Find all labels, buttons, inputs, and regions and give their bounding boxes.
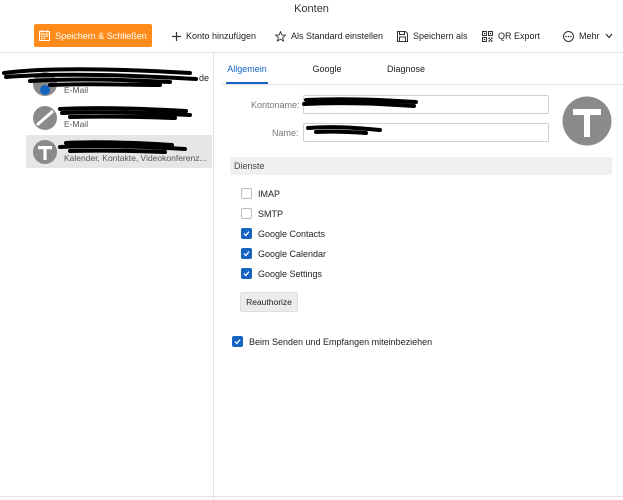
save-icon (397, 30, 408, 42)
qr-export-label: QR Export (498, 31, 541, 41)
include-send-receive-checkbox[interactable]: Beim Senden und Empfangen miteinbeziehen (232, 336, 432, 347)
more-menu-button[interactable]: Mehr (563, 26, 613, 46)
name-label: Name: (272, 128, 299, 138)
checkbox-box[interactable] (241, 208, 252, 219)
google-settings-checkbox[interactable]: Google Settings (241, 268, 322, 279)
calendar-icon (39, 30, 51, 41)
checkbox-box[interactable] (232, 336, 243, 347)
imap-checkbox[interactable]: IMAP (241, 188, 280, 199)
smtp-label: SMTP (258, 208, 284, 219)
checkbox-box[interactable] (241, 248, 252, 259)
check-icon (243, 251, 250, 257)
google-contacts-checkbox[interactable]: Google Contacts (241, 228, 325, 239)
google-calendar-label: Google Calendar (258, 248, 327, 259)
save-as-label: Speichern als (413, 31, 468, 41)
tab-general[interactable]: Allgemein (226, 53, 268, 84)
smtp-checkbox[interactable]: SMTP (241, 208, 283, 219)
account-sidebar: de E-Mail de E-Mail Kalender, Kontakte, … (0, 53, 214, 500)
plus-icon (172, 31, 181, 41)
account-avatar-large[interactable] (562, 96, 612, 146)
services-header: Dienste (230, 157, 612, 175)
check-icon (234, 339, 241, 345)
google-contacts-label: Google Contacts (258, 228, 326, 239)
add-account-label: Konto hinzufügen (186, 31, 257, 41)
qr-export-button[interactable]: QR Export (482, 26, 540, 46)
more-label: Mehr (579, 31, 600, 41)
more-icon (563, 30, 574, 42)
check-icon (243, 271, 250, 277)
tab-bar: Allgemein Google Calendar Diagnose (222, 53, 623, 106)
chevron-down-icon (605, 33, 612, 39)
set-default-button[interactable]: Als Standard einstellen (275, 26, 383, 46)
reauthorize-button[interactable]: Reauthorize (240, 292, 298, 312)
include-send-receive-label: Beim Senden und Empfangen miteinbeziehen (249, 336, 433, 347)
check-icon (243, 231, 250, 237)
save-close-label: Speichern & Schließen (55, 30, 147, 41)
imap-label: IMAP (258, 188, 281, 199)
account-name-label: Kontoname: (251, 100, 300, 110)
set-default-label: Als Standard einstellen (291, 31, 384, 41)
add-account-button[interactable]: Konto hinzufügen (172, 26, 256, 46)
checkbox-box[interactable] (241, 268, 252, 279)
google-calendar-checkbox[interactable]: Google Calendar (241, 248, 326, 259)
account-type: E-Mail (64, 118, 89, 129)
tab-diagnose[interactable]: Diagnose (386, 53, 426, 83)
tab-google-calendar[interactable]: Google Calendar (294, 53, 360, 106)
account-address: de (199, 72, 210, 83)
account-address (64, 140, 207, 152)
checkbox-box[interactable] (241, 188, 252, 199)
avatar (32, 105, 58, 131)
avatar (32, 139, 58, 165)
window-bottom-border (0, 496, 623, 497)
save-close-button[interactable]: Speichern & Schließen (34, 24, 152, 47)
account-item[interactable]: de E-Mail (26, 67, 212, 100)
checkbox-box[interactable] (241, 228, 252, 239)
account-item-selected[interactable]: Kalender, Kontakte, Videokonferenz... (26, 135, 212, 168)
account-description: Kalender, Kontakte, Videokonferenz... (64, 152, 207, 163)
qr-code-icon (482, 30, 493, 42)
save-as-button[interactable]: Speichern als (397, 26, 468, 46)
account-item[interactable]: de E-Mail (26, 101, 212, 134)
account-address: de (162, 106, 173, 117)
name-field[interactable] (303, 123, 549, 142)
window-title: Konten (294, 3, 329, 15)
star-icon (275, 30, 286, 42)
toolbar: Speichern & Schließen Konto hinzufügen A… (0, 20, 623, 53)
account-type: E-Mail (64, 84, 89, 95)
avatar (32, 71, 58, 97)
account-name-field[interactable] (303, 95, 549, 114)
google-settings-label: Google Settings (258, 268, 323, 279)
